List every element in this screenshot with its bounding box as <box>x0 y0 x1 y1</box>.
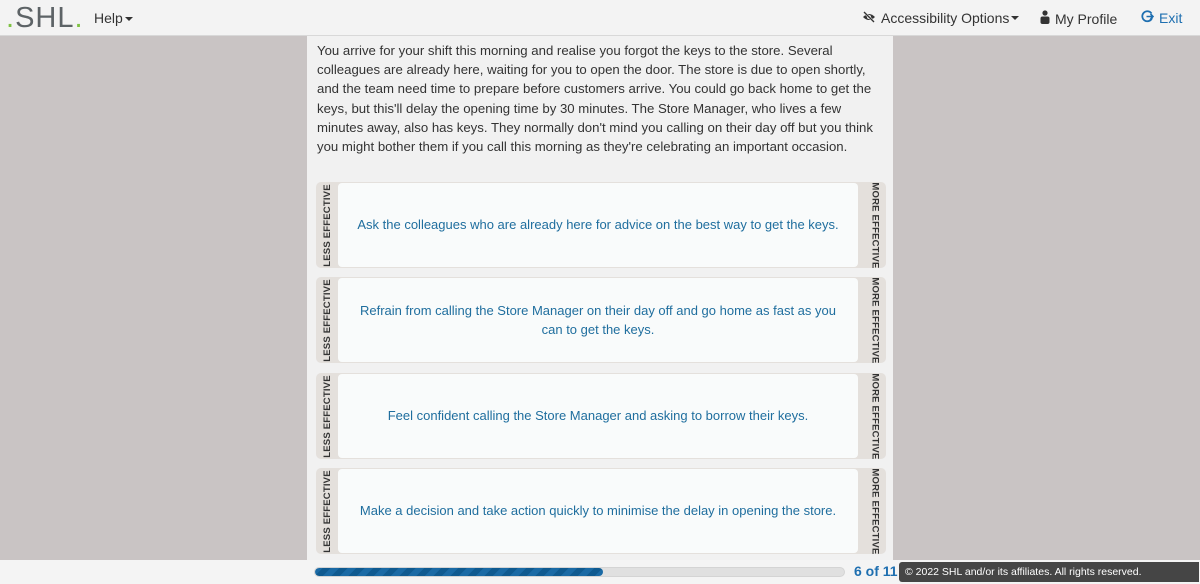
caret-down-icon <box>1011 16 1020 20</box>
help-label: Help <box>94 10 123 26</box>
exit-link[interactable]: Exit <box>1141 10 1182 26</box>
more-effective-label: MORE EFFECTIVE <box>869 276 881 364</box>
more-effective-label: MORE EFFECTIVE <box>869 181 881 269</box>
low-vision-icon <box>862 10 876 26</box>
more-effective-label: MORE EFFECTIVE <box>869 372 881 460</box>
exit-label: Exit <box>1159 10 1183 26</box>
progress-bar-fill <box>315 568 604 576</box>
shl-logo: .SHL. <box>6 2 84 34</box>
option-text[interactable]: Feel confident calling the Store Manager… <box>338 374 858 458</box>
less-effective-label: LESS EFFECTIVE <box>321 278 333 362</box>
accessibility-options-menu[interactable]: Accessibility Options <box>862 10 1020 26</box>
sign-out-icon <box>1141 10 1155 26</box>
scenario-text: You arrive for your shift this morning a… <box>317 43 873 155</box>
footer-bar: 6 of 11 © 2022 SHL and/or its affiliates… <box>0 560 1200 584</box>
accessibility-options-label: Accessibility Options <box>881 10 1010 26</box>
less-effective-label: LESS EFFECTIVE <box>321 469 333 553</box>
progress-bar <box>314 567 845 577</box>
ranking-option[interactable]: LESS EFFECTIVE Make a decision and take … <box>316 468 886 554</box>
question-panel: You arrive for your shift this morning a… <box>307 36 893 560</box>
my-profile-label: My Profile <box>1055 10 1118 27</box>
copyright-notice: © 2022 SHL and/or its affiliates. All ri… <box>899 562 1199 582</box>
user-icon <box>1040 10 1050 27</box>
option-text[interactable]: Refrain from calling the Store Manager o… <box>338 278 858 362</box>
less-effective-label: LESS EFFECTIVE <box>321 374 333 458</box>
less-effective-label: LESS EFFECTIVE <box>321 183 333 267</box>
page-count: 6 of 11 <box>854 563 898 579</box>
option-text[interactable]: Ask the colleagues who are already here … <box>338 183 858 267</box>
help-menu[interactable]: Help <box>94 10 133 26</box>
ranking-option[interactable]: LESS EFFECTIVE Refrain from calling the … <box>316 277 886 363</box>
option-text[interactable]: Make a decision and take action quickly … <box>338 469 858 553</box>
my-profile-link[interactable]: My Profile <box>1040 10 1117 27</box>
top-navigation-bar: .SHL. Help Accessibility Options My Prof… <box>0 0 1200 36</box>
ranking-option[interactable]: LESS EFFECTIVE Ask the colleagues who ar… <box>316 182 886 268</box>
more-effective-label: MORE EFFECTIVE <box>869 467 881 555</box>
caret-down-icon <box>124 17 133 22</box>
ranking-option[interactable]: LESS EFFECTIVE Feel confident calling th… <box>316 373 886 459</box>
